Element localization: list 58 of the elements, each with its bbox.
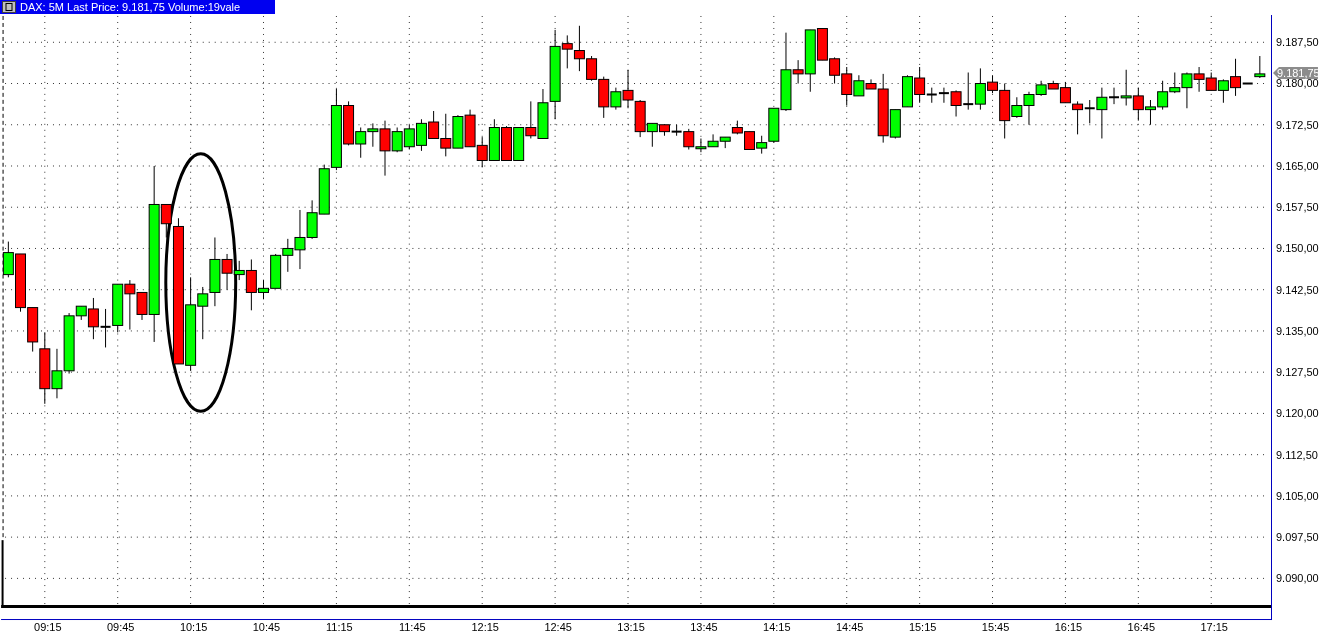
time-label: 09:15	[34, 621, 62, 633]
candlestick	[525, 100, 537, 139]
candlestick	[112, 283, 124, 333]
candlestick	[731, 120, 743, 135]
window-title: DAX: 5M Last Price: 9.181,75 Volume:19vale	[20, 0, 241, 14]
price-label: 9.112,50	[1276, 448, 1318, 461]
price-label: 9.150,00	[1276, 242, 1319, 255]
price-label: 9.180,00	[1276, 77, 1319, 90]
price-label: 9.172,50	[1276, 118, 1319, 131]
candlestick	[403, 124, 415, 150]
time-label: 16:15	[1054, 621, 1083, 633]
time-label: 13:15	[617, 621, 645, 633]
price-label: 9.165,00	[1276, 160, 1319, 172]
candlestick	[513, 127, 525, 161]
time-label: 12:15	[471, 621, 499, 633]
candlestick	[464, 109, 476, 148]
time-label: 10:45	[252, 621, 281, 633]
time-label: 11:15	[326, 621, 353, 633]
candlestick	[719, 136, 731, 149]
time-label: 09:45	[107, 621, 135, 633]
candlestick	[452, 114, 464, 149]
candlestick	[707, 133, 719, 148]
time-label: 14:45	[836, 621, 864, 633]
candlestick	[1145, 99, 1156, 126]
time-label: 13:45	[690, 621, 718, 633]
candlestick	[1157, 80, 1169, 111]
time-label: 15:15	[908, 621, 937, 633]
candlestick	[1205, 72, 1217, 91]
time-label: 16:45	[1127, 621, 1156, 633]
last-price-tag: 9.181,75	[1273, 66, 1320, 79]
price-label: 9.120,00	[1276, 407, 1319, 420]
price-label: 9.135,00	[1276, 324, 1319, 337]
time-label: 15:45	[981, 621, 1010, 633]
candlestick	[963, 72, 974, 111]
candlestick	[100, 308, 111, 348]
time-label: 14:15	[763, 621, 791, 633]
candlestick	[476, 136, 488, 168]
candlestick	[829, 56, 841, 84]
price-label: 9.090,00	[1276, 572, 1319, 585]
candlestick	[902, 74, 913, 108]
time-label: 10:15	[179, 621, 208, 633]
window-menu-icon[interactable]	[2, 1, 16, 13]
candlestick	[501, 125, 512, 161]
candlestick	[1193, 66, 1205, 93]
candlestick	[1132, 87, 1144, 122]
candlestick	[744, 131, 755, 150]
time-label: 11:45	[399, 621, 426, 633]
price-label: 9.127,50	[1276, 366, 1319, 379]
time-label: 17:15	[1200, 621, 1228, 633]
candlestick	[488, 118, 500, 161]
price-label: 9.097,50	[1276, 531, 1319, 544]
price-label: 9.142,50	[1276, 283, 1319, 296]
price-label: 9.105,00	[1276, 489, 1319, 502]
candlestick	[415, 118, 427, 152]
price-label: 9.187,50	[1276, 36, 1319, 49]
time-label: 12:45	[544, 621, 572, 633]
price-label: 9.157,50	[1276, 201, 1319, 214]
candlestick	[1254, 55, 1266, 79]
